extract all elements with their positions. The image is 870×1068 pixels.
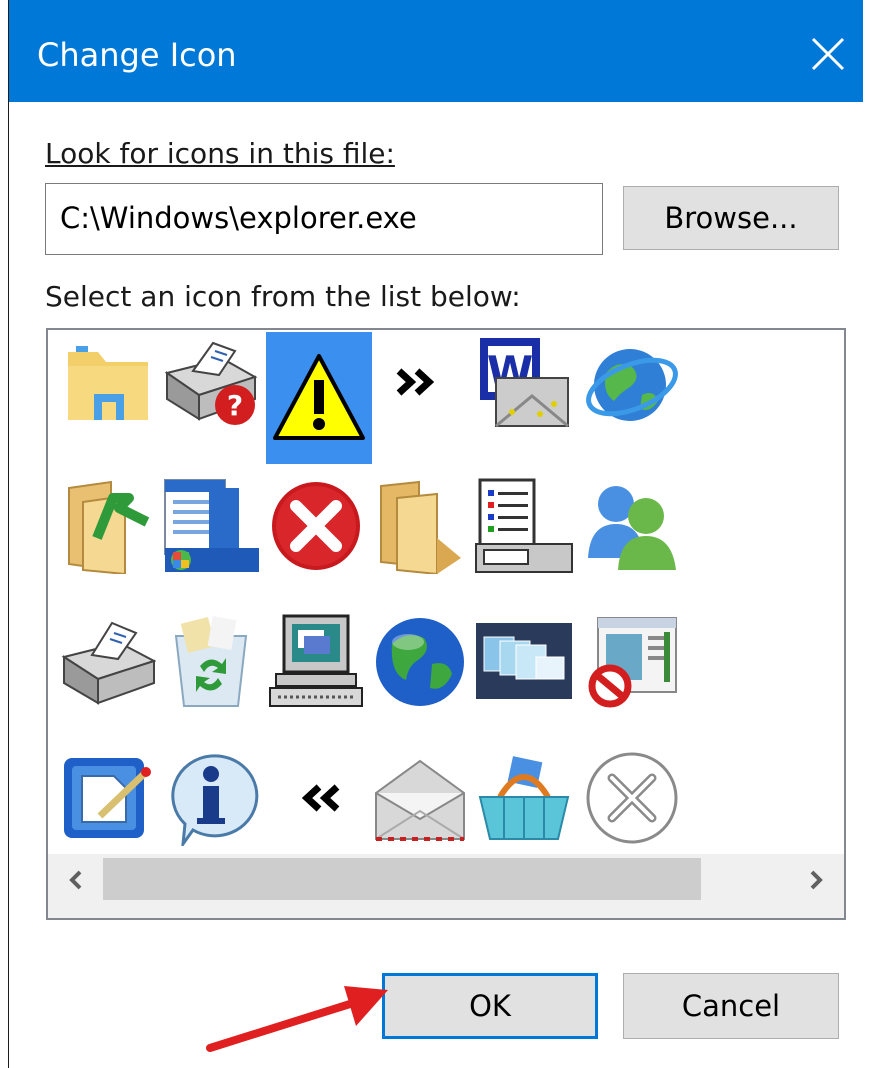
icon-computer[interactable] xyxy=(266,612,366,712)
printer-icon xyxy=(61,621,156,705)
horizontal-scrollbar[interactable] xyxy=(48,854,844,918)
icon-list[interactable]: ? W xyxy=(46,328,846,920)
icon-printer-help[interactable]: ? xyxy=(161,332,261,432)
close-button[interactable] xyxy=(793,24,863,84)
icon-folder-upload[interactable] xyxy=(58,476,158,576)
folder-open-icon xyxy=(380,480,461,574)
warning-icon xyxy=(273,354,365,440)
icon-blocked-window[interactable] xyxy=(582,612,682,712)
scroll-left-button[interactable] xyxy=(56,860,96,900)
svg-text:?: ? xyxy=(227,389,243,422)
blocked-window-icon xyxy=(588,617,677,708)
file-path-input[interactable]: C:\Windows\explorer.exe xyxy=(45,183,603,255)
icon-back-double-chevron[interactable] xyxy=(266,748,366,848)
icon-windows-switcher[interactable] xyxy=(474,612,574,712)
users-icon xyxy=(588,486,676,570)
mail-envelope-icon xyxy=(375,759,465,841)
start-menu-icon xyxy=(164,479,259,572)
icon-system-properties[interactable] xyxy=(474,476,574,576)
document-edit-icon xyxy=(64,758,151,838)
icon-globe[interactable] xyxy=(370,612,470,712)
icon-printer[interactable] xyxy=(58,612,158,712)
icon-start-menu[interactable] xyxy=(161,476,261,576)
title-bar: Change Icon xyxy=(9,0,863,102)
error-icon xyxy=(272,482,360,570)
dialog-title: Change Icon xyxy=(37,36,237,74)
close-icon xyxy=(811,37,845,71)
shopping-basket-icon xyxy=(478,756,570,840)
globe-icon xyxy=(376,618,464,706)
word-document-icon: W xyxy=(480,338,569,428)
icon-document-edit[interactable] xyxy=(58,748,158,848)
back-double-chevron-icon xyxy=(301,784,340,812)
folder-upload-icon xyxy=(68,480,150,574)
icon-forward-double-chevron[interactable] xyxy=(370,332,470,432)
chevron-right-icon xyxy=(810,870,823,890)
icon-recycle-bin[interactable] xyxy=(161,612,261,712)
chevron-left-icon xyxy=(69,870,82,890)
windows-switcher-icon xyxy=(476,623,572,699)
ok-button[interactable]: OK xyxy=(382,973,598,1039)
scroll-right-button[interactable] xyxy=(796,860,836,900)
cancel-button[interactable]: Cancel xyxy=(623,973,839,1039)
select-icon-label: Select an icon from the list below: xyxy=(45,280,521,313)
icon-close-circle[interactable] xyxy=(582,748,682,848)
information-icon xyxy=(171,754,259,846)
icon-folder-open[interactable] xyxy=(370,476,470,576)
forward-double-chevron-icon xyxy=(396,368,435,396)
recycle-bin-icon xyxy=(174,616,248,707)
icon-word-document[interactable]: W xyxy=(474,332,574,432)
icon-shopping-basket[interactable] xyxy=(474,748,574,848)
scrollbar-thumb[interactable] xyxy=(103,858,701,900)
icon-error[interactable] xyxy=(266,476,366,576)
system-properties-icon xyxy=(475,478,573,573)
change-icon-dialog: Change Icon Look for icons in this file:… xyxy=(8,0,870,1068)
close-circle-icon xyxy=(586,752,678,844)
internet-globe-icon xyxy=(586,349,678,421)
icon-users[interactable] xyxy=(582,476,682,576)
icon-folder-navigation[interactable] xyxy=(58,332,158,432)
folder-navigation-icon xyxy=(68,346,148,420)
icon-mail-envelope[interactable] xyxy=(370,748,470,848)
look-for-label: Look for icons in this file: xyxy=(45,137,395,170)
printer-help-icon: ? xyxy=(164,341,258,425)
computer-icon xyxy=(269,614,363,707)
browse-button[interactable]: Browse... xyxy=(623,186,839,250)
icon-information[interactable] xyxy=(161,748,261,848)
icon-warning[interactable] xyxy=(266,332,372,464)
icon-internet-globe[interactable] xyxy=(582,332,682,432)
